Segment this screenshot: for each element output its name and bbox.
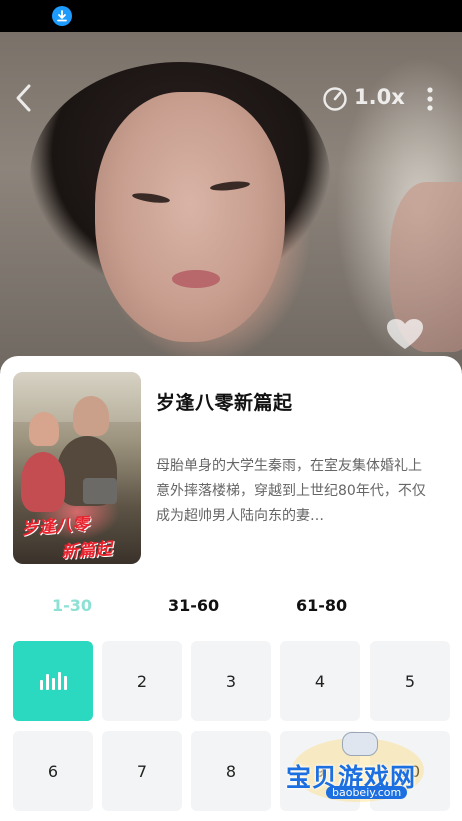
watermark: 宝贝游戏网 baobeiy.com <box>286 732 436 804</box>
more-icon[interactable] <box>420 84 440 114</box>
tab-1-30[interactable]: 1-30 <box>52 596 92 615</box>
video-face <box>95 92 285 342</box>
heart-icon <box>387 319 423 349</box>
download-icon <box>52 6 72 26</box>
playback-speed-label[interactable]: 1.0x <box>354 85 405 109</box>
episode-1-playing[interactable] <box>13 641 93 721</box>
back-button[interactable] <box>10 82 38 114</box>
cover-radio <box>83 478 117 504</box>
episode-cell[interactable]: 5 <box>370 641 450 721</box>
drama-title: 岁逢八零新篇起 <box>156 392 293 414</box>
cover-figure <box>21 452 65 512</box>
cover-title-line2: 新篇起 <box>60 539 113 563</box>
back-arrow-icon <box>16 84 31 112</box>
status-bar <box>0 0 462 32</box>
watermark-url: baobeiy.com <box>326 786 408 799</box>
tab-61-80[interactable]: 61-80 <box>296 596 347 615</box>
video-lips <box>172 270 220 288</box>
tab-31-60[interactable]: 31-60 <box>168 596 219 615</box>
episode-cell[interactable]: 6 <box>13 731 93 811</box>
speed-icon[interactable] <box>322 86 348 112</box>
cover-title-line1: 岁逢八零 <box>20 514 90 540</box>
episode-cell[interactable]: 4 <box>280 641 360 721</box>
video-player[interactable]: 1.0x 点赞 <box>0 32 462 372</box>
equalizer-icon <box>39 672 67 690</box>
episode-cell[interactable]: 8 <box>191 731 271 811</box>
drama-description: 母胎单身的大学生秦雨，在室友集体婚礼上意外摔落楼梯，穿越到上世纪80年代，不仅成… <box>156 458 426 524</box>
cover-figure <box>73 396 109 436</box>
cover-figure <box>29 412 59 446</box>
episode-range-tabs: 1-30 31-60 61-80 <box>0 596 462 622</box>
drama-cover[interactable]: 岁逢八零 新篇起 <box>13 372 141 564</box>
episode-cell[interactable]: 3 <box>191 641 271 721</box>
episode-cell[interactable]: 7 <box>102 731 182 811</box>
episode-cell[interactable]: 2 <box>102 641 182 721</box>
gamepad-icon <box>342 732 378 756</box>
